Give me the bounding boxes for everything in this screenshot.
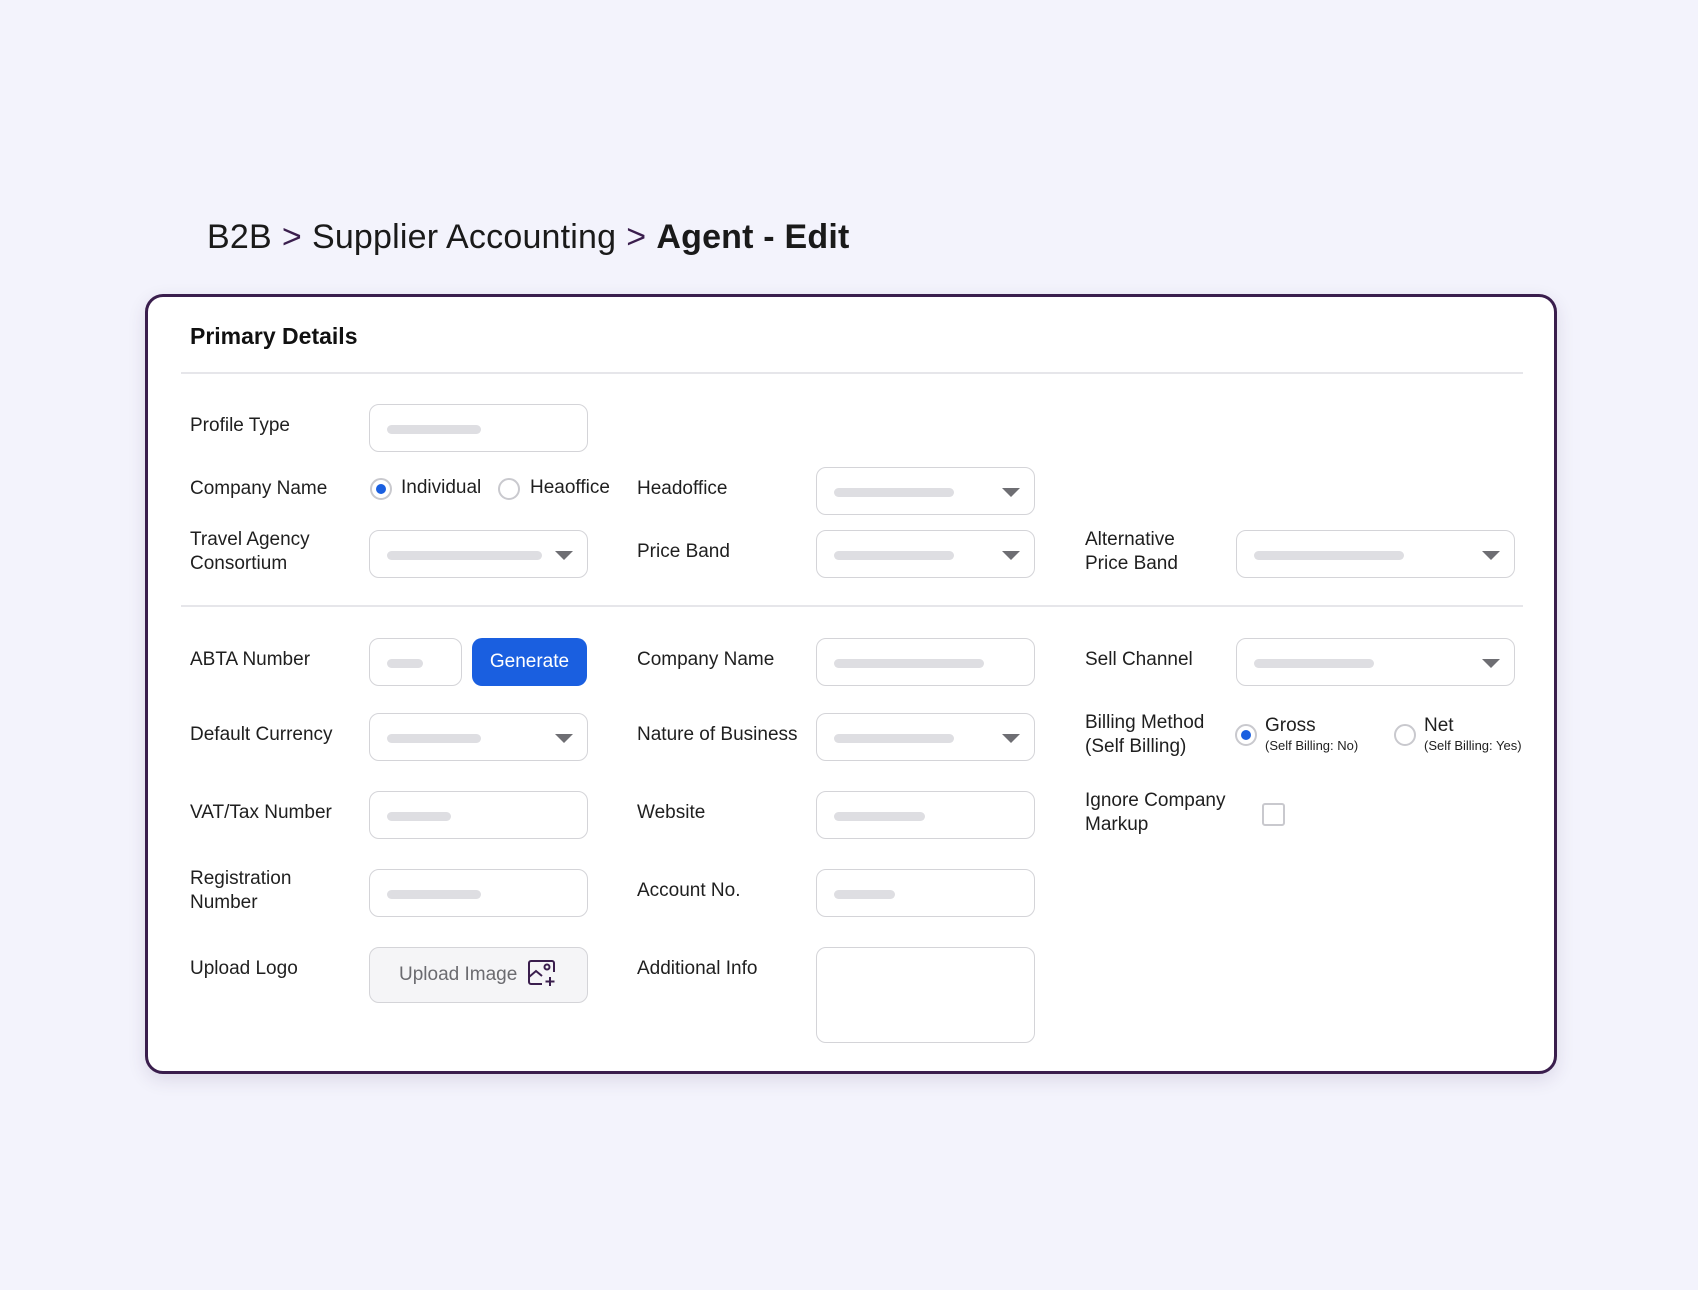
headoffice-label: Headoffice: [637, 478, 728, 499]
label-line: (Self Billing): [1085, 736, 1187, 757]
breadcrumb-item-b2b[interactable]: B2B: [207, 218, 272, 257]
nature-of-business-label: Nature of Business: [637, 724, 798, 745]
label-line: Ignore Company: [1085, 790, 1226, 811]
chevron-down-icon: [1002, 551, 1020, 560]
sell-channel-label: Sell Channel: [1085, 649, 1193, 670]
placeholder-bar: [834, 890, 895, 899]
upload-image-label: Upload Image: [399, 964, 518, 985]
placeholder-bar: [1254, 659, 1374, 668]
radio-individual-label: Individual: [401, 477, 482, 498]
company-name-input[interactable]: [816, 638, 1035, 686]
placeholder-bar: [834, 488, 954, 497]
registration-number-label: Registration Number: [190, 867, 291, 915]
upload-logo-label: Upload Logo: [190, 958, 298, 979]
chevron-down-icon: [1002, 734, 1020, 743]
radio-headoffice[interactable]: [498, 478, 520, 500]
section-divider: [181, 605, 1523, 607]
label-line: Billing Method: [1085, 712, 1205, 733]
label-line: Travel Agency: [190, 529, 310, 550]
radio-individual[interactable]: [370, 478, 392, 500]
chevron-down-icon: [555, 734, 573, 743]
placeholder-bar: [834, 551, 954, 560]
default-currency-select[interactable]: [369, 713, 588, 761]
label-line: Price Band: [1085, 553, 1178, 574]
header-divider: [181, 372, 1523, 374]
label-line: Markup: [1085, 814, 1149, 835]
headoffice-select[interactable]: [816, 467, 1035, 515]
registration-number-input[interactable]: [369, 869, 588, 917]
additional-info-label: Additional Info: [637, 958, 758, 979]
chevron-down-icon: [1482, 551, 1500, 560]
breadcrumb-separator: >: [281, 218, 302, 256]
breadcrumb: B2B > Supplier Accounting > Agent - Edit: [207, 218, 850, 257]
card-title: Primary Details: [190, 323, 358, 349]
placeholder-bar: [387, 812, 451, 821]
radio-net[interactable]: [1394, 724, 1416, 746]
placeholder-bar: [834, 734, 954, 743]
generate-button[interactable]: Generate: [472, 638, 587, 686]
breadcrumb-item-supplier-accounting[interactable]: Supplier Accounting: [312, 218, 616, 257]
default-currency-label: Default Currency: [190, 724, 333, 745]
placeholder-bar: [387, 890, 481, 899]
sell-channel-select[interactable]: [1236, 638, 1515, 686]
label-line: Number: [190, 892, 258, 913]
placeholder-bar: [387, 659, 423, 668]
vat-tax-number-input[interactable]: [369, 791, 588, 839]
profile-type-label: Profile Type: [190, 415, 290, 436]
chevron-down-icon: [1002, 488, 1020, 497]
abta-number-label: ABTA Number: [190, 649, 311, 670]
price-band-select[interactable]: [816, 530, 1035, 578]
primary-details-card: Primary Details Profile Type Company Nam…: [145, 294, 1557, 1074]
radio-net-sublabel: (Self Billing: Yes): [1424, 738, 1522, 753]
placeholder-bar: [387, 425, 481, 434]
profile-type-input[interactable]: [369, 404, 588, 452]
placeholder-bar: [1254, 551, 1404, 560]
travel-agency-consortium-label: Travel Agency Consortium: [190, 528, 310, 576]
placeholder-bar: [834, 812, 925, 821]
placeholder-bar: [834, 659, 984, 668]
vat-tax-number-label: VAT/Tax Number: [190, 802, 332, 823]
image-add-icon: [527, 958, 557, 993]
label-line: Alternative: [1085, 529, 1175, 550]
abta-number-input[interactable]: [369, 638, 462, 686]
chevron-down-icon: [1482, 659, 1500, 668]
radio-gross-label: Gross: [1265, 715, 1316, 736]
nature-of-business-select[interactable]: [816, 713, 1035, 761]
alternative-price-band-label: Alternative Price Band: [1085, 528, 1178, 576]
price-band-label: Price Band: [637, 541, 730, 562]
ignore-company-markup-checkbox[interactable]: [1262, 803, 1285, 826]
radio-net-label: Net: [1424, 715, 1454, 736]
account-no-input[interactable]: [816, 869, 1035, 917]
breadcrumb-current: Agent - Edit: [656, 218, 850, 256]
radio-gross[interactable]: [1235, 724, 1257, 746]
company-name-label: Company Name: [190, 478, 328, 499]
ignore-company-markup-label: Ignore Company Markup: [1085, 789, 1225, 837]
label-line: Consortium: [190, 553, 288, 574]
alternative-price-band-select[interactable]: [1236, 530, 1515, 578]
chevron-down-icon: [555, 551, 573, 560]
travel-agency-consortium-select[interactable]: [369, 530, 588, 578]
additional-info-textarea[interactable]: [816, 947, 1035, 1043]
radio-gross-sublabel: (Self Billing: No): [1265, 738, 1359, 753]
website-label: Website: [637, 802, 706, 823]
placeholder-bar: [387, 734, 481, 743]
website-input[interactable]: [816, 791, 1035, 839]
breadcrumb-separator: >: [626, 218, 647, 256]
billing-method-label: Billing Method (Self Billing): [1085, 711, 1204, 759]
placeholder-bar: [387, 551, 542, 560]
radio-headoffice-label: Heaoffice: [530, 477, 610, 498]
account-no-label: Account No.: [637, 880, 741, 901]
label-line: Registration: [190, 868, 292, 889]
upload-image-button[interactable]: Upload Image: [369, 947, 588, 1003]
company-name-2-label: Company Name: [637, 649, 775, 670]
